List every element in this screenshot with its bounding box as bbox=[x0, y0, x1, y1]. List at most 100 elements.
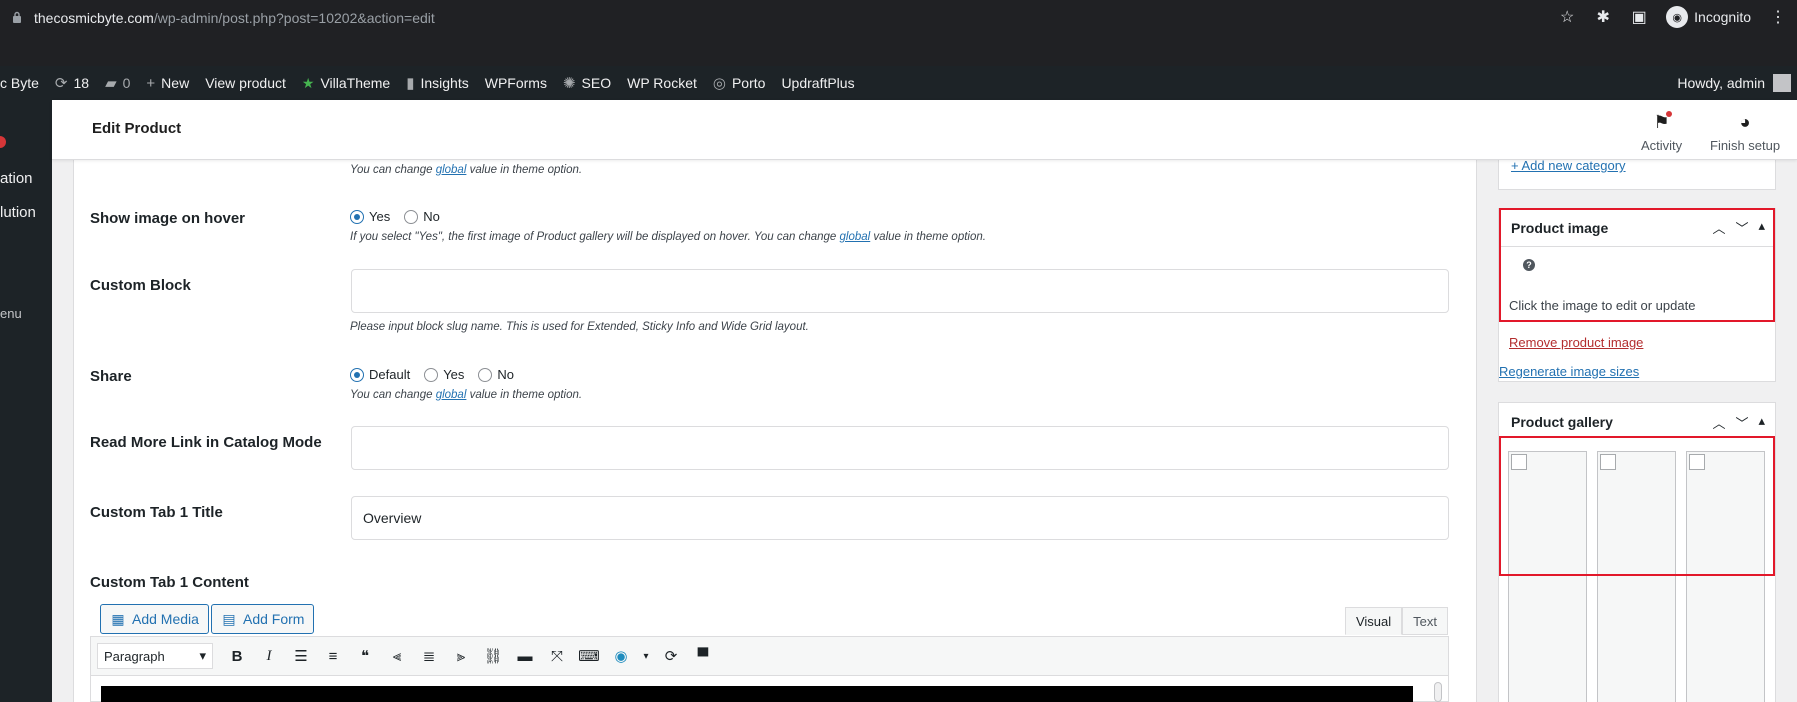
share-radios: Default Yes No bbox=[350, 367, 514, 382]
shortcode-dropdown-icon[interactable]: ▾ bbox=[639, 642, 653, 670]
toolbar-toggle-icon[interactable]: ⌨ bbox=[575, 642, 603, 670]
finish-setup-button[interactable]: ◕ Finish setup bbox=[1710, 110, 1780, 154]
side-panel-icon[interactable]: ▣ bbox=[1630, 8, 1648, 26]
fullscreen-icon[interactable]: ⤧ bbox=[543, 642, 571, 670]
incognito-profile[interactable]: ◉ Incognito bbox=[1666, 6, 1751, 28]
comments-link[interactable]: ▰ 0 bbox=[97, 66, 138, 100]
numbered-list-icon[interactable]: ≡ bbox=[319, 642, 347, 670]
remove-product-image-link[interactable]: Remove product image bbox=[1509, 335, 1643, 350]
site-name-link[interactable]: c Byte bbox=[0, 66, 47, 100]
collapse-triangle-icon[interactable]: ▴ bbox=[1758, 413, 1765, 432]
refresh-icon[interactable]: ⟳ bbox=[657, 642, 685, 670]
shortcode-circle-icon[interactable]: ◉ bbox=[607, 642, 635, 670]
seo-label: SEO bbox=[581, 75, 612, 91]
tab-text[interactable]: Text bbox=[1402, 607, 1448, 635]
global-link-share[interactable]: global bbox=[436, 389, 467, 401]
align-center-icon[interactable]: ≣ bbox=[415, 642, 443, 670]
custom-block-label: Custom Block bbox=[90, 277, 191, 294]
share-yes-radio[interactable]: Yes bbox=[424, 367, 464, 382]
user-account-menu[interactable]: Howdy, admin bbox=[1677, 66, 1791, 100]
wp-rocket-link[interactable]: WP Rocket bbox=[619, 66, 705, 100]
bullet-list-icon[interactable]: ☰ bbox=[287, 642, 315, 670]
global-note-top: You can change global value in theme opt… bbox=[350, 164, 583, 176]
read-more-input[interactable] bbox=[351, 426, 1449, 470]
media-icon: ▦ bbox=[111, 610, 125, 627]
read-more-tag-icon[interactable]: ▬ bbox=[511, 642, 539, 670]
link-icon[interactable]: ⛓ bbox=[479, 642, 507, 670]
porto-link[interactable]: ◎ Porto bbox=[705, 66, 774, 100]
share-no-radio[interactable]: No bbox=[478, 367, 514, 382]
add-form-button[interactable]: ▤ Add Form bbox=[211, 604, 315, 634]
hover-no-radio[interactable]: No bbox=[404, 209, 440, 224]
global-link-hover[interactable]: global bbox=[840, 231, 871, 243]
custom-block-input[interactable] bbox=[351, 269, 1449, 313]
global-link-top[interactable]: global bbox=[436, 164, 467, 176]
italic-icon[interactable]: I bbox=[255, 642, 283, 670]
editor-scrollbar[interactable] bbox=[1434, 682, 1442, 702]
updates-link[interactable]: ⟳ 18 bbox=[47, 66, 97, 100]
editor-mode-tabs: Visual Text bbox=[1344, 607, 1448, 635]
regenerate-image-sizes-link[interactable]: Regenerate image sizes bbox=[1499, 364, 1639, 379]
blockquote-icon[interactable]: ❝ bbox=[351, 642, 379, 670]
kebab-menu-icon[interactable]: ⋮ bbox=[1769, 8, 1787, 26]
editor-content-block bbox=[101, 686, 1413, 702]
chevron-up-icon[interactable]: ︿ bbox=[1712, 413, 1725, 432]
comments-count: 0 bbox=[122, 75, 131, 91]
align-left-icon[interactable]: ⫷ bbox=[383, 642, 411, 670]
add-new-category-link[interactable]: + Add new category bbox=[1511, 158, 1626, 173]
product-options-panel: You can change global value in theme opt… bbox=[73, 160, 1477, 702]
villatheme-link[interactable]: ★ VillaTheme bbox=[294, 66, 398, 100]
page-title: Edit Product bbox=[92, 120, 182, 137]
updraftplus-link[interactable]: UpdraftPlus bbox=[773, 66, 862, 100]
radio-circle bbox=[424, 367, 439, 382]
share-label: Share bbox=[90, 368, 132, 385]
align-right-icon[interactable]: ⫸ bbox=[447, 642, 475, 670]
bold-icon[interactable]: B bbox=[223, 642, 251, 670]
porto-shortcode-icon[interactable]: ▀ bbox=[689, 642, 717, 670]
villatheme-label: VillaTheme bbox=[320, 75, 391, 91]
new-content-link[interactable]: + New bbox=[138, 66, 197, 100]
insights-link[interactable]: ▮ Insights bbox=[398, 66, 477, 100]
howdy-text: Howdy, admin bbox=[1677, 75, 1765, 91]
form-icon: ▤ bbox=[222, 610, 236, 627]
editor-content-area[interactable] bbox=[90, 676, 1449, 702]
radio-circle bbox=[404, 209, 419, 224]
sidebar-item-2[interactable]: lution bbox=[0, 204, 36, 221]
activity-button[interactable]: ⚑ Activity bbox=[1641, 110, 1682, 153]
format-select[interactable]: Paragraph ▾ bbox=[97, 643, 213, 669]
read-more-label: Read More Link in Catalog Mode bbox=[90, 434, 322, 451]
radio-circle bbox=[350, 367, 364, 382]
view-product-link[interactable]: View product bbox=[197, 66, 294, 100]
tab1-content-label: Custom Tab 1 Content bbox=[90, 574, 249, 591]
insights-label: Insights bbox=[420, 75, 469, 91]
bookmark-star-icon[interactable]: ☆ bbox=[1558, 8, 1576, 26]
tab1-title-input[interactable] bbox=[351, 496, 1449, 540]
page-header: Edit Product ⚑ Activity ◕ Finish setup bbox=[52, 100, 1797, 160]
porto-label: Porto bbox=[731, 75, 766, 91]
add-media-button[interactable]: ▦ Add Media bbox=[100, 604, 209, 634]
browser-bar: thecosmicbyte.com/wp-admin/post.php?post… bbox=[0, 0, 1797, 66]
share-default-radio[interactable]: Default bbox=[350, 367, 410, 382]
address-bar[interactable]: thecosmicbyte.com/wp-admin/post.php?post… bbox=[34, 10, 435, 26]
flag-icon: ⚑ bbox=[1653, 111, 1672, 132]
url-path: /wp-admin/post.php?post=10202&action=edi… bbox=[153, 10, 435, 26]
incognito-label: Incognito bbox=[1694, 9, 1751, 25]
lock-icon bbox=[13, 11, 21, 23]
updates-icon: ⟳ bbox=[54, 75, 68, 92]
updates-count: 18 bbox=[73, 75, 90, 91]
hover-yes-radio[interactable]: Yes bbox=[350, 209, 390, 224]
avatar bbox=[1773, 74, 1791, 92]
wpforms-link[interactable]: WPForms bbox=[477, 66, 555, 100]
bar-chart-icon: ▮ bbox=[406, 75, 415, 92]
activity-badge bbox=[1665, 111, 1672, 117]
sidebar-item-1[interactable]: ation bbox=[0, 170, 33, 187]
progress-circle-icon: ◕ bbox=[1739, 111, 1751, 132]
seo-link[interactable]: ✺ SEO bbox=[555, 66, 619, 100]
tab-visual[interactable]: Visual bbox=[1344, 607, 1403, 635]
extensions-icon[interactable]: ✱ bbox=[1594, 8, 1612, 26]
sidebar-item-3[interactable]: enu bbox=[0, 306, 22, 321]
url-host: thecosmicbyte.com bbox=[34, 10, 154, 26]
share-note: You can change global value in theme opt… bbox=[350, 389, 583, 401]
chevron-down-icon[interactable]: ﹀ bbox=[1735, 413, 1748, 432]
radio-circle bbox=[478, 367, 493, 382]
